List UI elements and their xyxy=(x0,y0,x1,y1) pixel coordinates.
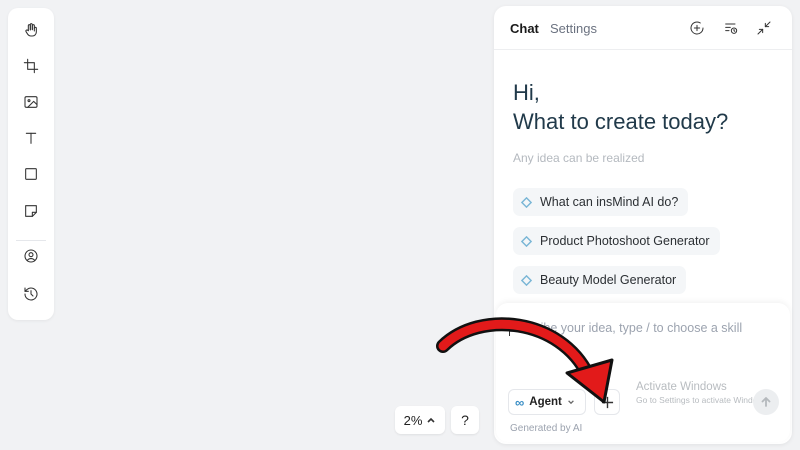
chevron-up-icon xyxy=(427,417,435,423)
agent-label: Agent xyxy=(529,396,562,408)
collapse-icon[interactable] xyxy=(755,19,773,37)
chat-panel-header: Chat Settings xyxy=(494,6,792,50)
diamond-icon xyxy=(521,196,532,208)
sticky-note-icon[interactable] xyxy=(19,199,43,223)
text-icon[interactable] xyxy=(19,126,43,150)
zoom-control[interactable]: 2% xyxy=(395,406,445,434)
avatar-icon[interactable] xyxy=(19,244,43,268)
greeting-line-2: What to create today? xyxy=(513,109,729,134)
chat-panel: Chat Settings Hi, What to create today? … xyxy=(494,6,792,444)
text-caret xyxy=(509,321,510,336)
watermark-title: Activate Windows xyxy=(636,381,727,393)
add-attachment-button[interactable] xyxy=(594,389,620,415)
generated-by-ai-note: Generated by AI xyxy=(510,423,583,434)
crop-icon[interactable] xyxy=(19,54,43,78)
prompt-composer: ∞ Agent Activate Windows Go to Settings … xyxy=(496,303,790,442)
arrow-up-icon xyxy=(761,397,771,407)
rectangle-icon[interactable] xyxy=(19,162,43,186)
chat-history-icon[interactable] xyxy=(722,19,740,37)
suggestion-chip[interactable]: Product Photoshoot Generator xyxy=(513,227,720,255)
history-icon[interactable] xyxy=(19,282,43,306)
greeting-line-1: Hi, xyxy=(513,80,540,105)
plus-icon xyxy=(601,396,613,408)
greeting-subline: Any idea can be realized xyxy=(513,151,645,165)
help-button[interactable]: ? xyxy=(451,406,479,434)
hand-icon[interactable] xyxy=(19,18,43,42)
infinity-icon: ∞ xyxy=(515,394,525,410)
diamond-icon xyxy=(521,274,532,286)
suggestion-label: What can insMind AI do? xyxy=(540,195,679,209)
zoom-value: 2% xyxy=(403,412,423,428)
diamond-icon xyxy=(521,235,532,247)
tab-settings[interactable]: Settings xyxy=(550,21,597,36)
new-chat-icon[interactable] xyxy=(688,19,706,37)
send-button[interactable] xyxy=(753,389,779,415)
image-icon[interactable] xyxy=(19,90,43,114)
prompt-input[interactable] xyxy=(508,321,778,361)
suggestion-label: Beauty Model Generator xyxy=(540,273,677,287)
chevron-down-icon xyxy=(568,400,574,405)
activate-windows-watermark: Activate Windows Go to Settings to activ… xyxy=(636,381,770,405)
suggestion-chip[interactable]: What can insMind AI do? xyxy=(513,188,689,216)
suggestion-label: Product Photoshoot Generator xyxy=(540,234,710,248)
suggestion-chip[interactable]: Beauty Model Generator xyxy=(513,266,687,294)
left-toolbar xyxy=(8,8,54,320)
tab-chat[interactable]: Chat xyxy=(510,21,539,36)
toolbar-divider xyxy=(16,240,46,241)
watermark-subtitle: Go to Settings to activate Windows. xyxy=(636,395,771,405)
agent-selector[interactable]: ∞ Agent xyxy=(508,389,586,415)
